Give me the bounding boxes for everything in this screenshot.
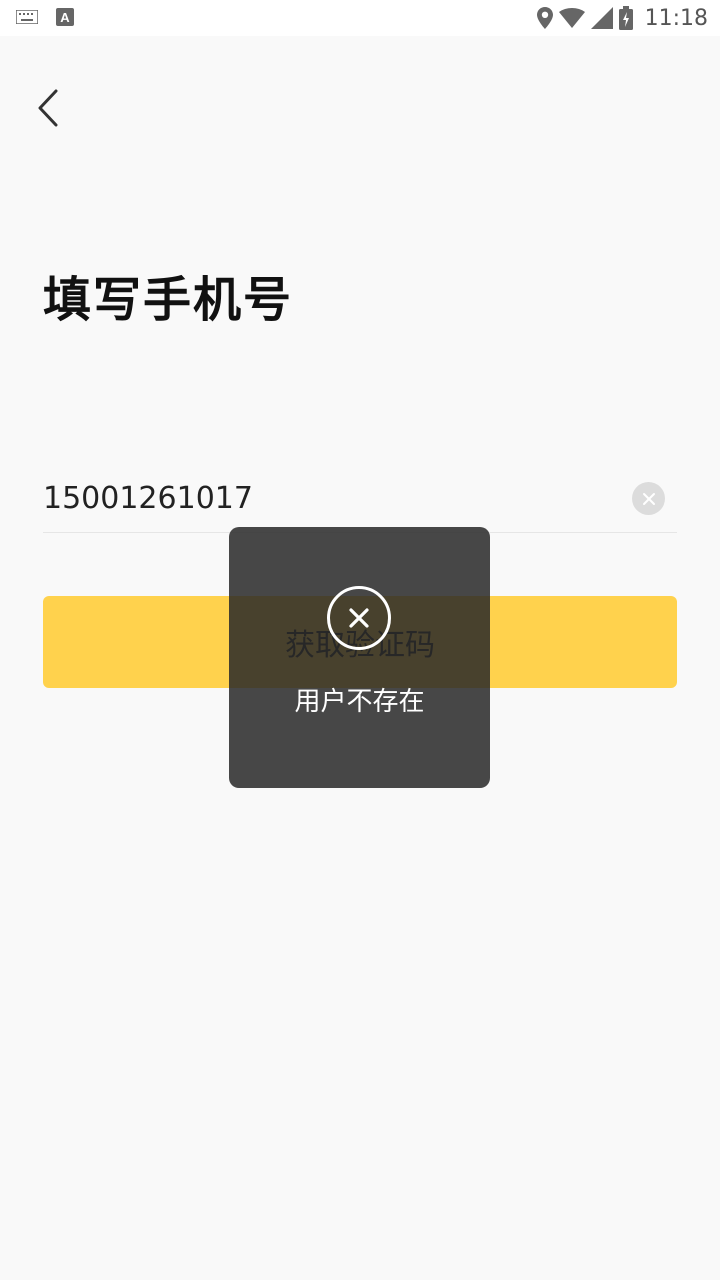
a-icon: A <box>56 8 74 26</box>
chevron-left-icon <box>36 89 60 127</box>
clear-icon <box>641 491 657 507</box>
status-bar: A 11:18 <box>0 0 720 36</box>
phone-input-row <box>43 470 677 533</box>
status-time: 11:18 <box>644 5 708 31</box>
status-left: A <box>16 8 74 26</box>
status-right: 11:18 <box>536 4 708 32</box>
wifi-icon <box>558 8 585 28</box>
close-circle-icon <box>327 586 391 650</box>
back-button[interactable] <box>28 86 68 130</box>
phone-input[interactable] <box>43 476 613 520</box>
clear-button[interactable] <box>632 482 665 515</box>
battery-charging-icon <box>618 6 633 30</box>
keyboard-icon <box>16 10 38 24</box>
location-icon <box>536 7 553 29</box>
toast-message: 用户不存在 <box>294 687 425 717</box>
signal-icon <box>590 7 613 29</box>
page-title: 填写手机号 <box>43 272 294 328</box>
error-toast: 用户不存在 <box>229 527 490 788</box>
svg-text:A: A <box>60 10 70 25</box>
